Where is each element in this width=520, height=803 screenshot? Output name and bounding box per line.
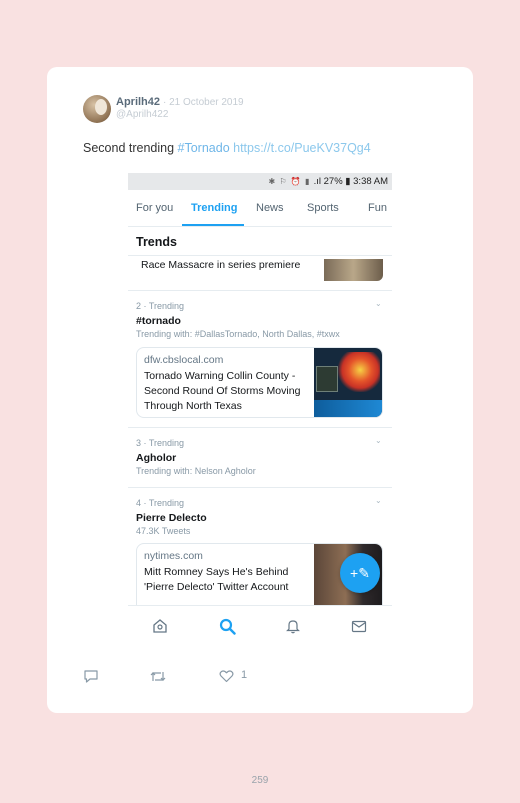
embedded-screenshot: ✱ ⚐ ⏰ ▮ .ıl 27% ▮ 3:38 AM For you Trendi… [128, 173, 392, 605]
trend-title[interactable]: Agholor [136, 452, 176, 464]
divider [128, 487, 392, 488]
tweet-date: · 21 October 2019 [163, 97, 244, 108]
mail-icon[interactable] [351, 618, 367, 634]
tab-news[interactable]: News [256, 202, 284, 214]
divider [128, 427, 392, 428]
compose-tweet-button[interactable]: +✎ [340, 553, 380, 593]
tab-fun[interactable]: Fun [368, 202, 387, 214]
like-count: 1 [241, 669, 248, 681]
status-bar: ✱ ⚐ ⏰ ▮ .ıl 27% ▮ 3:38 AM [128, 173, 392, 190]
trend-subtitle: 47.3K Tweets [136, 526, 191, 536]
search-icon[interactable] [219, 618, 236, 635]
heart-icon[interactable] [219, 669, 234, 688]
chevron-down-icon[interactable]: ⌄ [375, 299, 382, 308]
radar-water [314, 400, 382, 417]
divider [128, 255, 392, 256]
hashtag-link[interactable]: #Tornado [178, 141, 230, 155]
status-icons: ✱ ⚐ ⏰ ▮ [268, 177, 314, 186]
news-source: dfw.cbslocal.com [144, 354, 224, 366]
radar-inset [316, 366, 338, 392]
url-link[interactable]: https://t.co/PueKV37Qg4 [230, 141, 371, 155]
avatar[interactable] [83, 95, 111, 123]
trend-subtitle: Trending with: Nelson Agholor [136, 466, 256, 476]
explore-tabs: For you Trending News Sports Fun [128, 190, 392, 227]
page-number: 259 [251, 775, 269, 786]
previous-trend-text[interactable]: Race Massacre in series premiere [141, 259, 300, 271]
trends-heading: Trends [136, 235, 177, 249]
trend-rank: 4 · Trending [136, 498, 185, 508]
home-icon[interactable] [152, 618, 168, 634]
tab-for-you[interactable]: For you [136, 202, 173, 214]
trend-rank: 2 · Trending [136, 301, 185, 311]
status-battery-time: .ıl 27% ▮ 3:38 AM [313, 176, 388, 187]
radar-image [314, 348, 382, 417]
tab-trending[interactable]: Trending [191, 202, 237, 214]
previous-trend-thumbnail [324, 259, 383, 281]
user-handle[interactable]: @Aprilh422 [116, 109, 168, 120]
bell-icon[interactable] [285, 618, 301, 634]
divider [128, 290, 392, 291]
trend-subtitle: Trending with: #DallasTornado, North Dal… [136, 329, 340, 339]
tweet-text-plain: Second trending [83, 141, 178, 155]
news-headline: Mitt Romney Says He's Behind 'Pierre Del… [144, 566, 289, 593]
retweet-icon[interactable] [149, 669, 167, 689]
tab-sports[interactable]: Sports [307, 202, 339, 214]
trend-title[interactable]: #tornado [136, 315, 181, 327]
tweet-text: Second trending #Tornado https://t.co/Pu… [83, 141, 371, 155]
username[interactable]: Aprilh42 [116, 96, 160, 108]
news-card[interactable]: dfw.cbslocal.com Tornado Warning Collin … [136, 347, 383, 418]
reply-icon[interactable] [83, 669, 99, 689]
news-headline: Tornado Warning Collin County - Second R… [144, 370, 301, 412]
trend-title[interactable]: Pierre Delecto [136, 512, 207, 524]
storm-cell [336, 352, 380, 392]
nav-divider [128, 605, 392, 606]
news-source: nytimes.com [144, 550, 203, 562]
trend-rank: 3 · Trending [136, 438, 185, 448]
active-tab-indicator [182, 224, 244, 226]
chevron-down-icon[interactable]: ⌄ [375, 436, 382, 445]
chevron-down-icon[interactable]: ⌄ [375, 496, 382, 505]
